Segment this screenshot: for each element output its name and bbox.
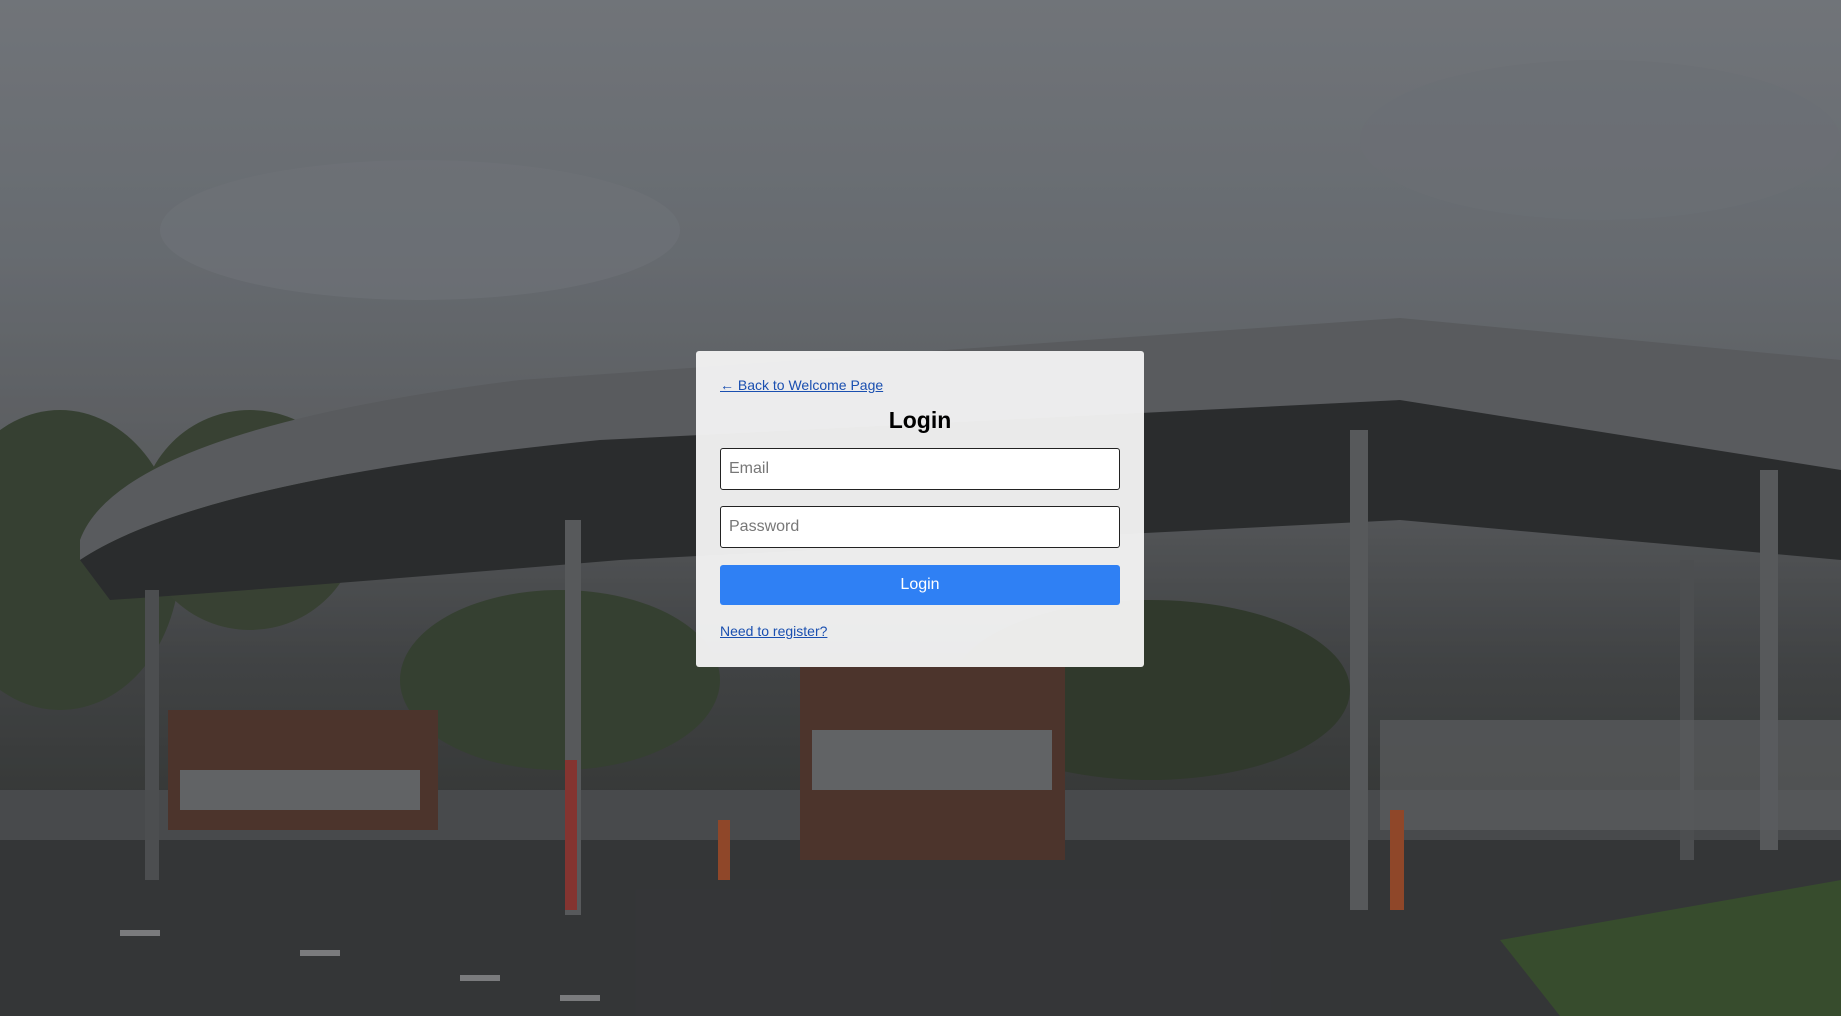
page-title: Login [888,407,952,433]
password-field[interactable] [720,506,1120,548]
login-button[interactable]: Login [720,565,1120,605]
back-to-welcome-link[interactable]: ← Back to Welcome Page [720,377,883,393]
register-link[interactable]: Need to register? [720,623,827,639]
email-field[interactable] [720,448,1120,490]
login-card: ← Back to Welcome Page Login Login Need … [696,351,1144,667]
